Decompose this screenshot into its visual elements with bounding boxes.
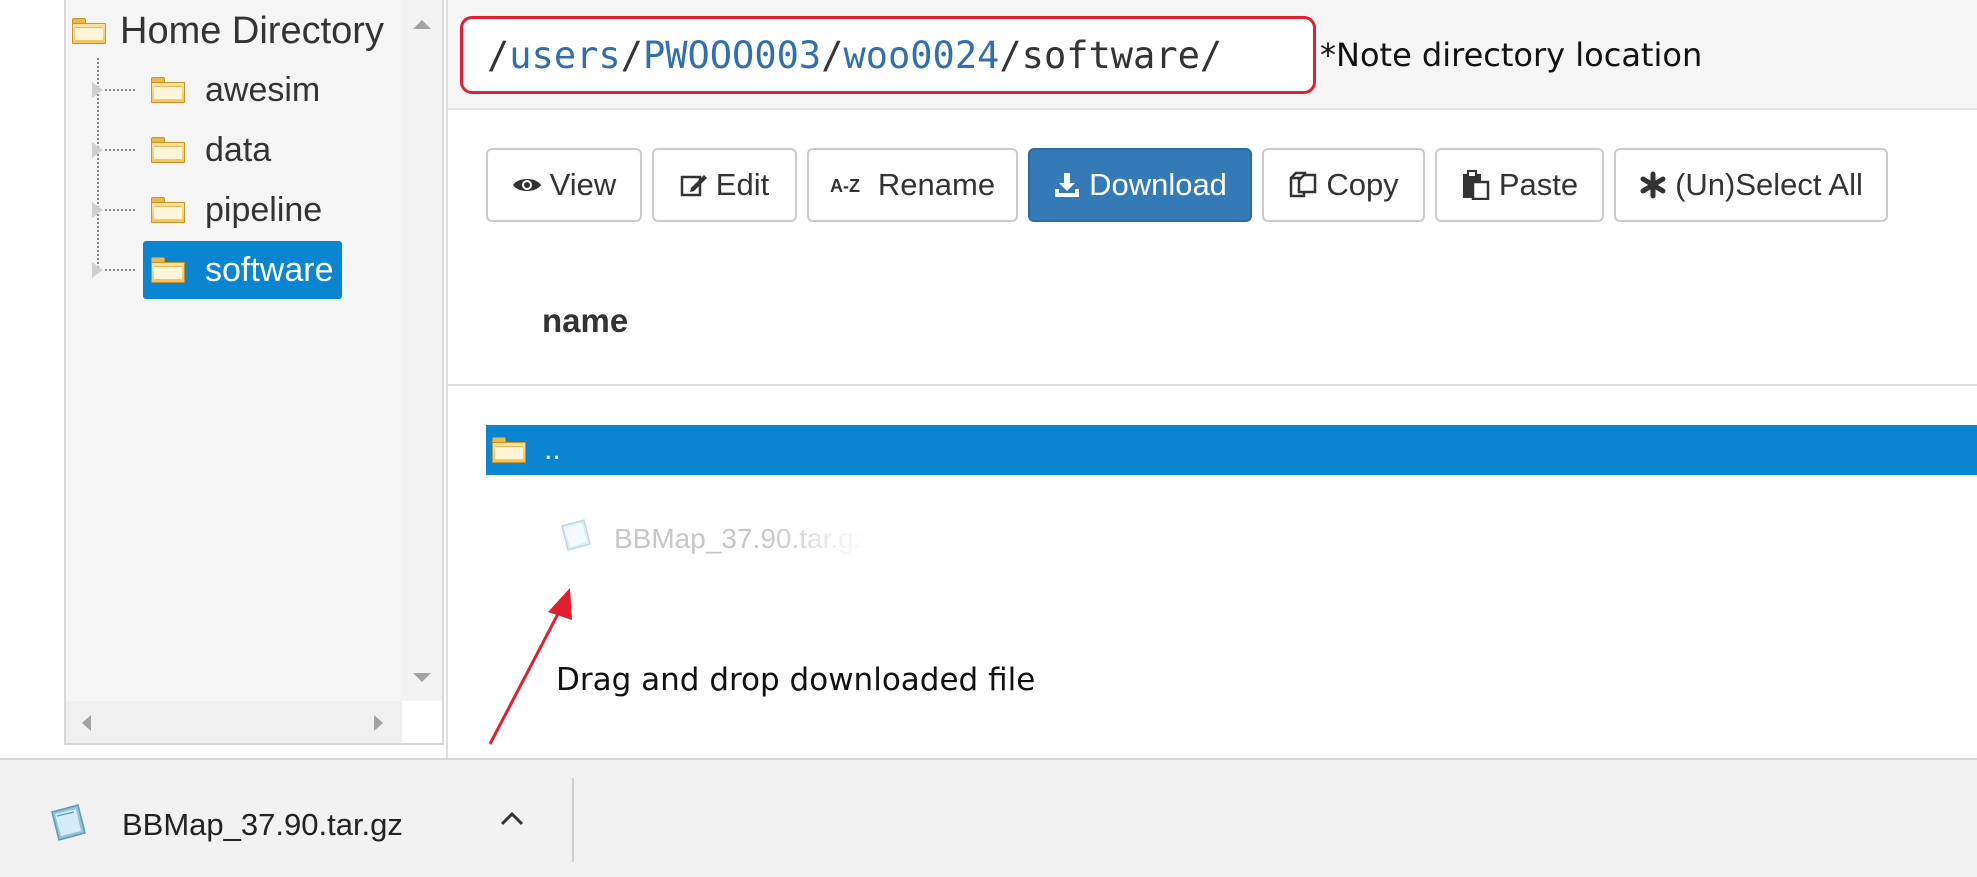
copy-icon	[1288, 170, 1318, 200]
tree-item-data[interactable]: data	[86, 126, 279, 174]
paste-button[interactable]: Paste	[1435, 148, 1604, 222]
directory-note: *Note directory location	[1320, 36, 1703, 74]
folder-icon	[492, 437, 526, 463]
breadcrumb-link[interactable]: PWOOO003	[643, 34, 821, 77]
path-bar: / users / PWOOO003/woo0024/software / *Note …	[448, 0, 1977, 110]
browser-download-bar: BBMap_37.90.tar.gz	[0, 758, 1977, 877]
download-item[interactable]: BBMap_37.90.tar.gz	[48, 802, 403, 847]
table-header: name	[448, 260, 1977, 386]
expand-arrow-icon[interactable]	[92, 202, 103, 218]
breadcrumb-path: / users / PWOOO003/woo0024/software /	[460, 16, 1316, 94]
column-header-name[interactable]: name	[542, 302, 628, 340]
path-separator: /	[487, 33, 510, 77]
tree-connector	[105, 149, 135, 151]
folder-icon	[151, 137, 185, 163]
scroll-down-arrow-icon[interactable]	[413, 673, 431, 682]
edit-button[interactable]: Edit	[652, 148, 797, 222]
path-separator: /	[1199, 33, 1223, 77]
expand-arrow-icon[interactable]	[92, 142, 103, 158]
archive-file-icon	[558, 518, 592, 559]
download-bar-divider	[572, 778, 574, 862]
tree-item-software[interactable]: software	[86, 241, 342, 299]
asterisk-icon	[1639, 171, 1667, 199]
paste-icon	[1461, 170, 1491, 200]
download-button[interactable]: Download	[1028, 148, 1252, 222]
tree-root-label: Home Directory	[120, 9, 384, 52]
expand-arrow-icon[interactable]	[92, 82, 103, 98]
folder-icon	[151, 77, 185, 103]
chevron-up-icon[interactable]	[500, 810, 524, 831]
tree-item-awesim[interactable]: awesim	[86, 66, 328, 114]
breadcrumb-current: software	[1021, 33, 1200, 77]
path-separator: /	[999, 33, 1022, 77]
expand-arrow-icon[interactable]	[92, 262, 103, 278]
tree-connector	[105, 209, 135, 211]
download-icon	[1053, 171, 1081, 199]
tree-item-pipeline[interactable]: pipeline	[86, 186, 330, 234]
dragged-file-name: BBMap_37.90.tar.gz	[614, 522, 868, 554]
rename-button[interactable]: A-Z Rename	[807, 148, 1018, 222]
parent-directory-row[interactable]: ..	[486, 425, 1977, 475]
parent-directory-label: ..	[544, 433, 561, 466]
selected-node[interactable]: software	[143, 241, 342, 299]
copy-button[interactable]: Copy	[1262, 148, 1425, 222]
scroll-right-arrow-icon[interactable]	[374, 715, 383, 731]
svg-text:A-Z: A-Z	[830, 176, 860, 196]
sort-alpha-icon: A-Z	[830, 173, 870, 197]
tree-root-home-directory[interactable]: Home Directory	[72, 6, 384, 56]
tree-horizontal-scrollbar[interactable]	[66, 701, 402, 743]
breadcrumb-link[interactable]: users	[509, 34, 620, 77]
dragged-file-ghost: BBMap_37.90.tar.gz	[558, 518, 868, 559]
tree-item-label: data	[205, 130, 272, 169]
folder-icon	[151, 257, 185, 283]
folder-tree-panel: Home Directory awesim data pipeline soft…	[64, 0, 444, 745]
archive-file-icon	[48, 802, 88, 847]
folder-icon	[72, 18, 106, 44]
path-separator: /	[821, 33, 844, 77]
tree-item-label: pipeline	[205, 190, 323, 229]
tree-vertical-scrollbar[interactable]	[402, 0, 442, 700]
tree-item-label: software	[205, 250, 334, 289]
tree-connector	[105, 89, 135, 91]
tree-item-label: awesim	[205, 70, 321, 109]
scroll-up-arrow-icon[interactable]	[413, 20, 431, 29]
scrollbar-corner	[402, 701, 442, 743]
drag-instruction-caption: Drag and drop downloaded file	[556, 662, 1036, 698]
view-button[interactable]: View	[486, 148, 642, 222]
edit-icon	[680, 171, 708, 199]
download-file-name: BBMap_37.90.tar.gz	[122, 806, 403, 842]
scroll-left-arrow-icon[interactable]	[82, 715, 91, 731]
select-all-button[interactable]: (Un)Select All	[1614, 148, 1888, 222]
folder-icon	[151, 197, 185, 223]
breadcrumb-link[interactable]: woo0024	[843, 34, 999, 77]
file-browser-main: / users / PWOOO003/woo0024/software / *Note …	[446, 0, 1977, 758]
tree-connector	[105, 269, 135, 271]
path-separator: /	[620, 33, 643, 77]
eye-icon	[512, 175, 542, 195]
